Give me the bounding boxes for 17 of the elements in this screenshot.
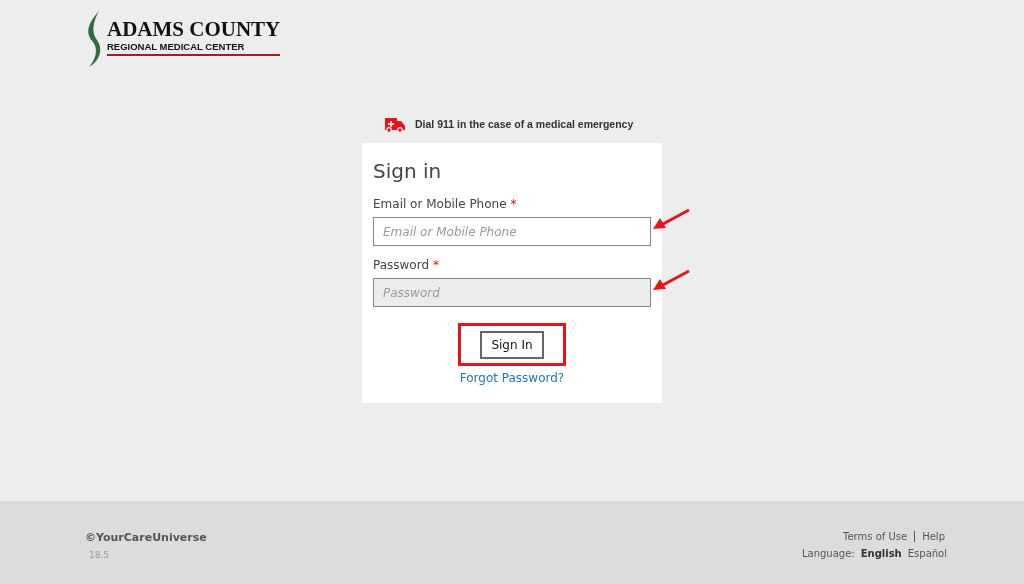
footer-link[interactable]: Help: [914, 531, 947, 542]
logo-title: ADAMS COUNTY: [107, 19, 281, 40]
language-link[interactable]: Español: [907, 548, 947, 559]
language-link[interactable]: English: [860, 548, 902, 559]
language-label: Language:: [801, 548, 855, 559]
version-text: 18.5: [88, 550, 111, 560]
logo-subtitle: REGIONAL MEDICAL CENTER: [107, 41, 281, 56]
sign-in-button[interactable]: Sign In: [480, 331, 544, 359]
field-label: Email or Mobile Phone *: [373, 197, 518, 211]
emergency-notice: Dial 911 in the case of a medical emergency: [415, 118, 634, 130]
field-label: Password *: [373, 258, 440, 272]
card-title: Sign in: [373, 159, 443, 183]
ambulance-icon: [384, 115, 406, 133]
forgot-password-link[interactable]: Forgot Password?: [459, 371, 565, 385]
footer-link[interactable]: Terms of Use: [836, 531, 915, 542]
input-field[interactable]: Email or Mobile Phone: [373, 217, 651, 246]
copyright-text: ©YourCareUniverse: [85, 531, 207, 544]
